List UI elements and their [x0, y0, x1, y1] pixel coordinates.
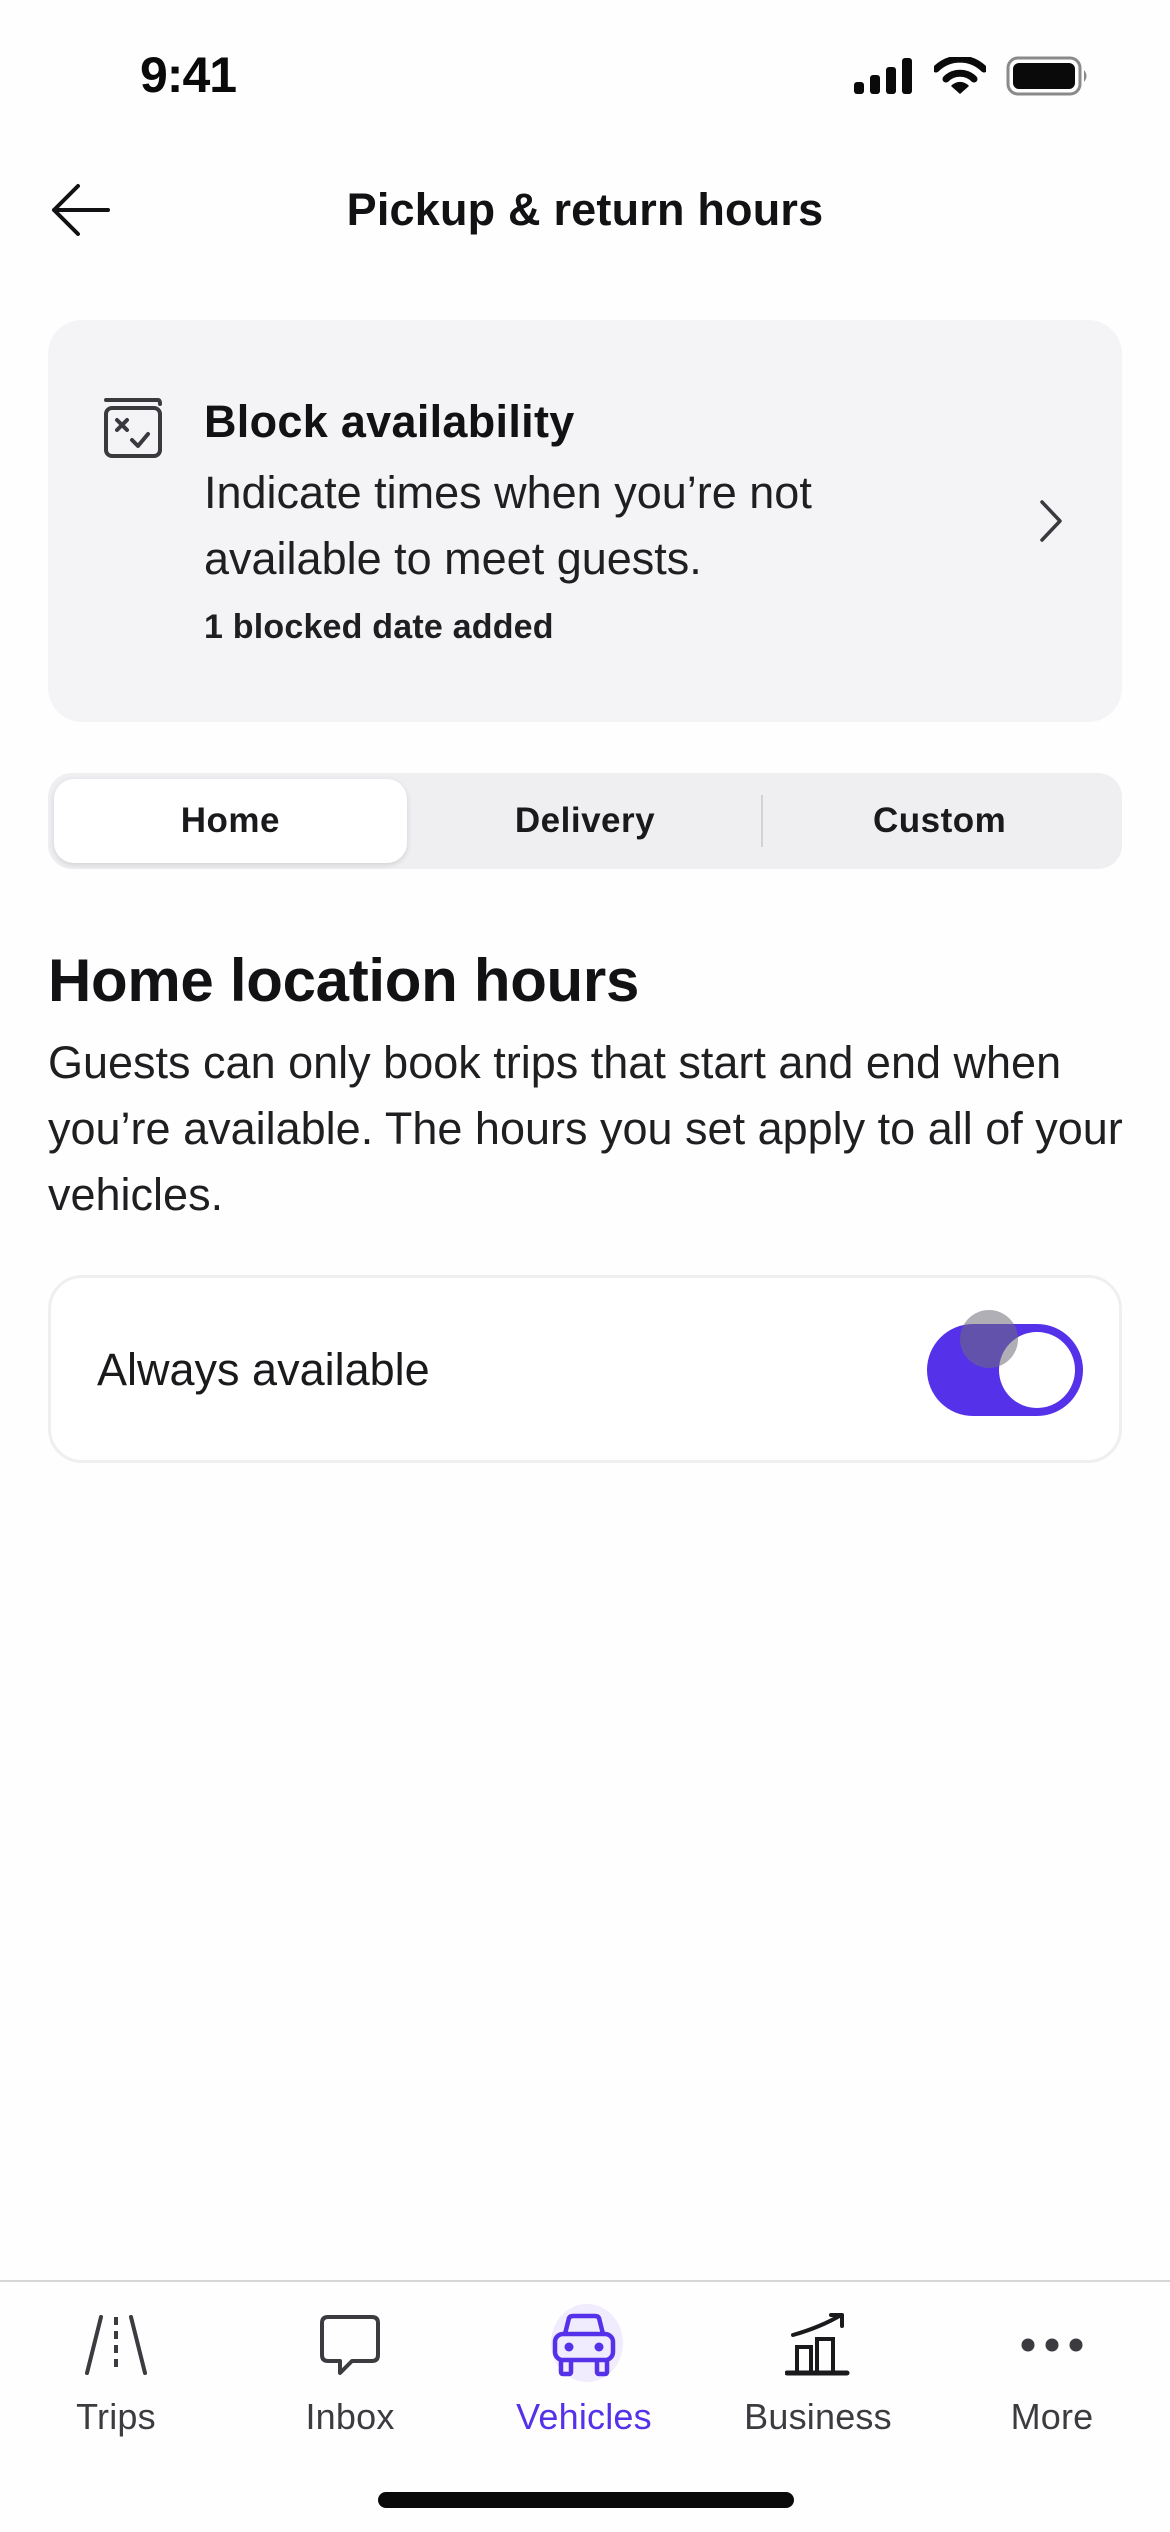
chat-bubble-icon: [320, 2315, 380, 2375]
status-time: 9:41: [140, 47, 237, 103]
battery-icon: [1006, 56, 1087, 96]
nav-header: Pickup & return hours: [0, 160, 1170, 260]
nav-label: More: [1010, 2396, 1094, 2437]
always-available-toggle[interactable]: [927, 1324, 1083, 1416]
section-title: Home location hours: [48, 947, 640, 1014]
nav-label: Vehicles: [516, 2396, 652, 2437]
location-type-tabs: Home Delivery Custom: [48, 773, 1122, 869]
nav-item-more[interactable]: More: [952, 2300, 1152, 2450]
block-availability-title: Block availability: [204, 396, 575, 447]
chart-growth-icon: [785, 2313, 850, 2376]
toggle-knob: [999, 1332, 1075, 1408]
block-availability-description: Indicate times when you’re not available…: [204, 467, 812, 584]
home-indicator[interactable]: [378, 2492, 794, 2508]
block-availability-card[interactable]: Block availability Indicate times when y…: [48, 320, 1122, 722]
nav-item-trips[interactable]: Trips: [16, 2300, 216, 2450]
tab-delivery[interactable]: Delivery: [409, 779, 762, 863]
nav-item-inbox[interactable]: Inbox: [250, 2300, 450, 2450]
always-available-label: Always available: [97, 1344, 430, 1395]
chevron-right-icon: [1040, 500, 1062, 542]
car-icon: [552, 2313, 616, 2377]
tab-home[interactable]: Home: [54, 779, 407, 863]
nav-label: Trips: [76, 2396, 156, 2437]
section-description: Guests can only book trips that start an…: [48, 1037, 1123, 1220]
status-bar: 9:41: [0, 0, 1170, 150]
more-dots-icon: [1021, 2338, 1083, 2352]
wifi-icon: [934, 57, 986, 94]
blocked-dates-count: 1 blocked date added: [204, 608, 554, 646]
nav-item-vehicles[interactable]: Vehicles: [484, 2300, 684, 2450]
road-icon: [85, 2315, 147, 2375]
nav-label: Inbox: [305, 2396, 395, 2437]
status-icons: [854, 56, 1090, 96]
tab-custom[interactable]: Custom: [763, 779, 1116, 863]
nav-label: Business: [744, 2396, 892, 2437]
cellular-signal-icon: [854, 58, 912, 94]
calendar-block-icon: [104, 398, 162, 458]
page-title: Pickup & return hours: [346, 184, 824, 235]
always-available-card: Always available: [48, 1275, 1122, 1463]
nav-item-business[interactable]: Business: [718, 2300, 918, 2450]
